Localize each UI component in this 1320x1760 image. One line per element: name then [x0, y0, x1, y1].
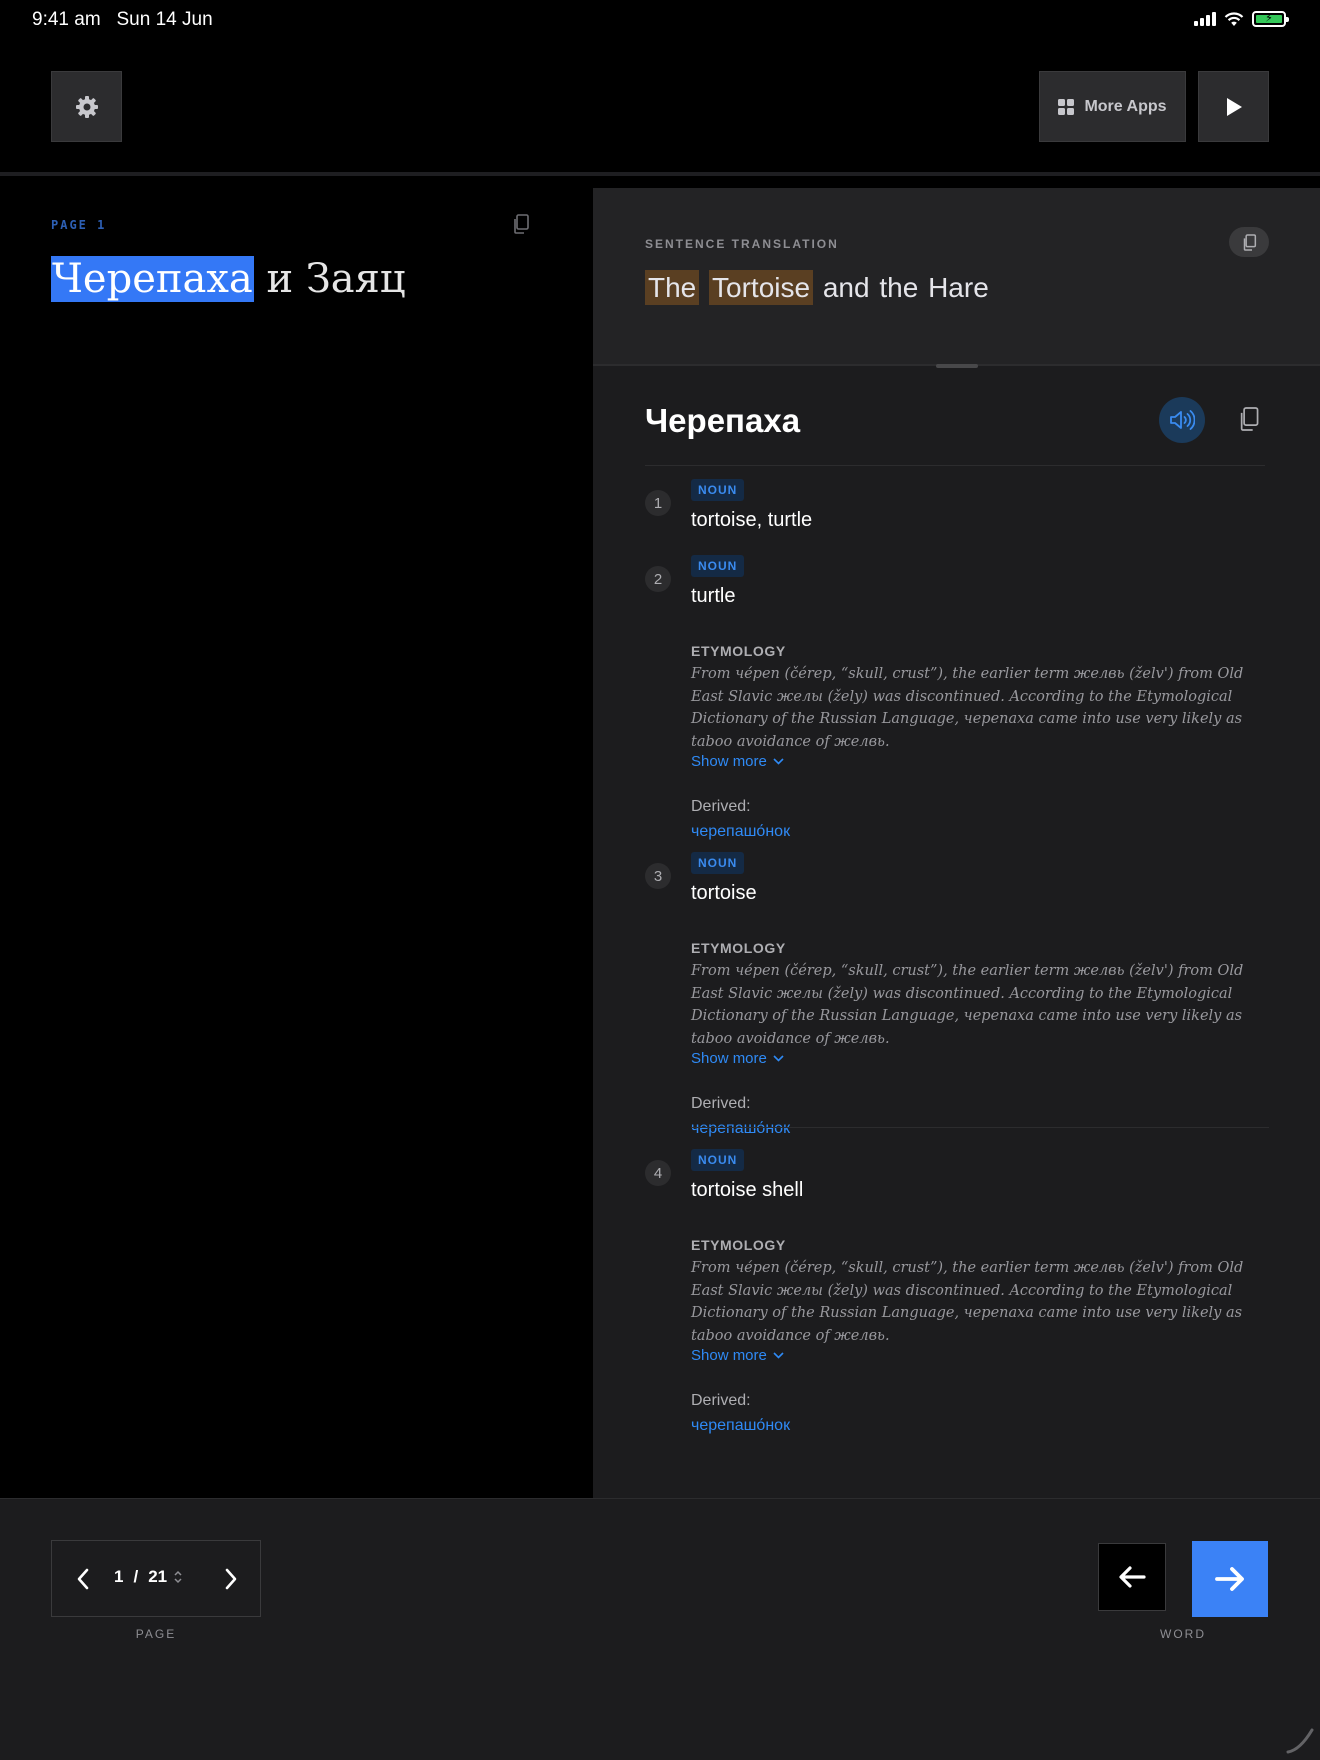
pos-badge: NOUN	[691, 852, 745, 874]
translation-word[interactable]: Hare	[928, 272, 989, 303]
translation-word[interactable]: Tortoise	[709, 270, 814, 305]
copy-icon	[1243, 233, 1256, 251]
gloss: turtle	[691, 585, 736, 607]
derived-label: Derived:	[691, 798, 751, 815]
battery-icon: ⚡	[1252, 11, 1289, 27]
page-caption: PAGE	[135, 1627, 177, 1641]
play-button[interactable]	[1198, 71, 1269, 142]
derived-label: Derived:	[691, 1392, 751, 1409]
translation-text: The Tortoise and the Hare	[645, 270, 989, 305]
etymology-label: ETYMOLOGY	[691, 940, 786, 956]
translation-section: SENTENCE TRANSLATION The Tortoise and th…	[593, 188, 1320, 368]
status-bar: 9:41 am Sun 14 Jun ⚡	[0, 0, 1320, 42]
page-pager: 1 / 21	[51, 1540, 261, 1617]
gloss: tortoise	[691, 882, 757, 904]
sense-number: 3	[645, 863, 671, 889]
bottom-navigation-bar: 1 / 21 PAGE WORD	[0, 1498, 1320, 1760]
previous-word-button[interactable]	[1098, 1543, 1166, 1611]
speaker-icon	[1170, 410, 1195, 430]
translation-word[interactable]: and	[823, 272, 870, 303]
show-more-link[interactable]: Show more	[691, 1050, 784, 1067]
previous-page-button[interactable]	[66, 1559, 100, 1599]
etymology-label: ETYMOLOGY	[691, 643, 786, 659]
wifi-icon	[1224, 11, 1244, 26]
pos-badge: NOUN	[691, 479, 745, 501]
cellular-signal-icon	[1194, 12, 1216, 26]
gear-icon	[75, 95, 98, 118]
gloss: tortoise, turtle	[691, 509, 813, 531]
gloss: tortoise shell	[691, 1179, 804, 1201]
derived-word-link[interactable]: черепашо́нок	[691, 1120, 790, 1138]
sense-number: 1	[645, 490, 671, 516]
grid-icon	[1058, 98, 1075, 115]
sense-number: 4	[645, 1160, 671, 1186]
status-time: 9:41 am Sun 14 Jun	[32, 9, 213, 31]
translation-copy-button[interactable]	[1229, 227, 1269, 257]
chevron-right-icon	[225, 1568, 237, 1590]
sense-2: 2 NOUN turtle ETYMOLOGY From че́реп (čér…	[645, 555, 1265, 845]
arrow-left-icon	[1119, 1566, 1146, 1588]
page-separator: /	[133, 1567, 139, 1586]
chevron-down-icon	[773, 1055, 784, 1062]
arrow-right-icon	[1215, 1567, 1244, 1591]
derived-word-link[interactable]: черепашо́нок	[691, 823, 790, 841]
sense-4: 4 NOUN tortoise shell ETYMOLOGY From че́…	[645, 1149, 1265, 1439]
selected-word[interactable]: Черепаха	[51, 256, 254, 302]
current-page: 1	[114, 1567, 124, 1586]
etymology-text: From че́реп (čérep, “skull, crust”), the…	[691, 963, 1244, 1047]
drag-handle[interactable]	[936, 364, 978, 368]
pos-badge: NOUN	[691, 555, 745, 577]
next-word-button[interactable]	[1192, 1541, 1268, 1617]
etymology-label: ETYMOLOGY	[691, 1237, 786, 1253]
more-apps-button[interactable]: More Apps	[1039, 71, 1186, 142]
status-icons: ⚡	[1194, 11, 1289, 27]
dictionary-pane: SENTENCE TRANSLATION The Tortoise and th…	[593, 188, 1320, 1498]
copy-icon	[1240, 407, 1259, 431]
word-header: Черепаха	[645, 397, 1265, 466]
show-more-link[interactable]: Show more	[691, 1347, 784, 1364]
next-page-button[interactable]	[214, 1559, 248, 1599]
headword: Черепаха	[645, 402, 801, 439]
source-sentence-rest[interactable]: и Заяц	[254, 256, 405, 302]
translation-word[interactable]: the	[879, 272, 918, 303]
word-caption: WORD	[1160, 1627, 1206, 1641]
top-toolbar: More Apps	[0, 42, 1320, 176]
copy-icon	[514, 214, 529, 234]
chevron-left-icon	[77, 1568, 89, 1590]
source-sentence: Черепаха и Заяц	[51, 256, 406, 302]
etymology-text: From че́реп (čérep, “skull, crust”), the…	[691, 1260, 1244, 1344]
sense-number: 2	[645, 566, 671, 592]
show-more-label: Show more	[691, 1050, 767, 1067]
derived-label: Derived:	[691, 1095, 751, 1112]
chevron-down-icon	[773, 758, 784, 765]
more-apps-label: More Apps	[1084, 97, 1167, 115]
settings-button[interactable]	[51, 71, 122, 142]
stepper-icon	[174, 1570, 182, 1584]
translation-label: SENTENCE TRANSLATION	[645, 237, 839, 251]
page-label: PAGE 1	[51, 218, 107, 232]
page-selector[interactable]: 1 / 21	[114, 1567, 183, 1587]
status-clock: 9:41 am	[32, 9, 101, 30]
word-copy-button[interactable]	[1229, 399, 1269, 439]
reading-pane: PAGE 1 Черепаха и Заяц	[0, 176, 593, 1498]
sense-1: 1 NOUN tortoise, turtle	[645, 479, 1265, 539]
etymology-text: From че́реп (čérep, “skull, crust”), the…	[691, 666, 1244, 750]
show-more-label: Show more	[691, 753, 767, 770]
chevron-down-icon	[773, 1352, 784, 1359]
resize-corner-icon	[1286, 1728, 1314, 1754]
show-more-label: Show more	[691, 1347, 767, 1364]
status-date: Sun 14 Jun	[116, 9, 213, 30]
translation-word[interactable]: The	[645, 270, 700, 305]
sense-3: 3 NOUN tortoise ETYMOLOGY From че́реп (č…	[645, 852, 1265, 1142]
play-icon	[1226, 97, 1242, 116]
total-pages: 21	[148, 1567, 168, 1586]
show-more-link[interactable]: Show more	[691, 753, 784, 770]
pronounce-button[interactable]	[1159, 397, 1205, 443]
pos-badge: NOUN	[691, 1149, 745, 1171]
page-copy-button[interactable]	[512, 214, 530, 239]
derived-word-link[interactable]: черепашо́нок	[691, 1417, 790, 1435]
sense-divider	[691, 1127, 1269, 1128]
